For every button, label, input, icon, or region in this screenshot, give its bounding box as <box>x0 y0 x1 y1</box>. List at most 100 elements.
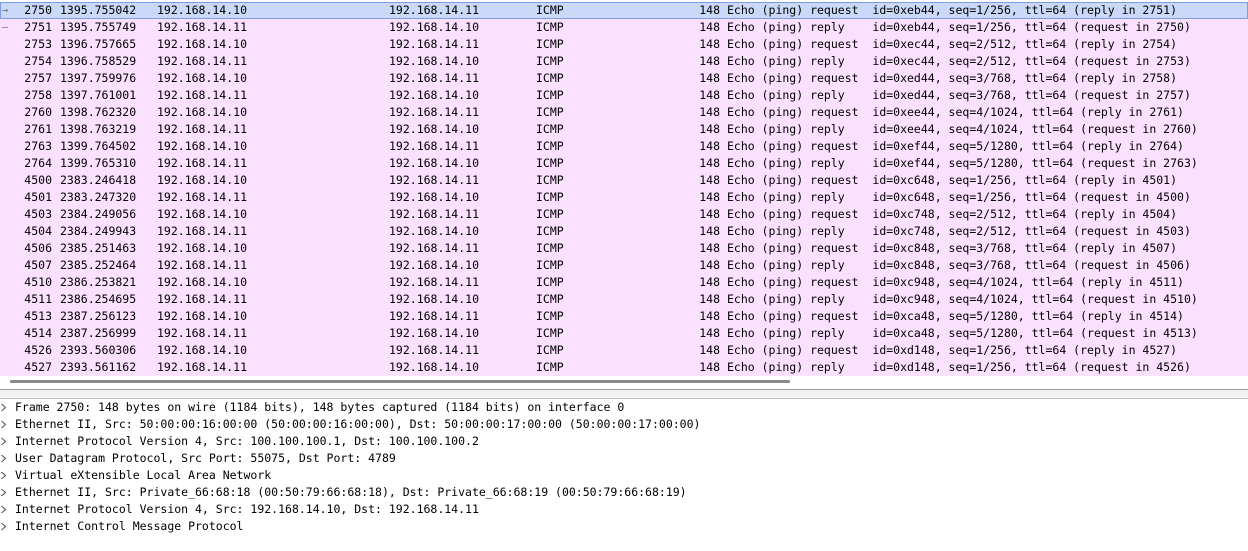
packet-row[interactable]: 2754 1396.758529 192.168.14.11 192.168.14.1… <box>0 53 1248 70</box>
packet-length: 148 <box>699 275 720 289</box>
packet-protocol: ICMP <box>536 224 564 238</box>
packet-info: Echo (ping) reply id=0xc848, seq=3/768, … <box>727 258 1191 272</box>
packet-protocol: ICMP <box>536 360 564 374</box>
packet-info: Echo (ping) reply id=0xc748, seq=2/512, … <box>727 224 1191 238</box>
detail-label: User Datagram Protocol, Src Port: 55075,… <box>15 451 396 465</box>
chevron-right-icon[interactable] <box>0 518 12 535</box>
packet-row[interactable]: 4503 2384.249056 192.168.14.10 192.168.14.1… <box>0 206 1248 223</box>
packet-source: 192.168.14.11 <box>157 54 248 68</box>
packet-number: 2750 <box>24 3 52 17</box>
packet-source: 192.168.14.11 <box>157 88 248 102</box>
packet-row[interactable]: 2758 1397.761001 192.168.14.11 192.168.14.1… <box>0 87 1248 104</box>
packet-row[interactable]: 4513 2387.256123 192.168.14.10 192.168.14.1… <box>0 308 1248 325</box>
packet-protocol: ICMP <box>536 275 564 289</box>
detail-tree-item[interactable]: Internet Control Message Protocol <box>0 518 1248 535</box>
packet-info: Echo (ping) reply id=0xec44, seq=2/512, … <box>727 54 1191 68</box>
packet-row[interactable]: 4511 2386.254695 192.168.14.11 192.168.14.1… <box>0 291 1248 308</box>
packet-row[interactable]: 4501 2383.247320 192.168.14.11 192.168.14.1… <box>0 189 1248 206</box>
chevron-right-icon[interactable] <box>0 416 12 433</box>
packet-number: 2751 <box>24 20 52 34</box>
packet-row[interactable]: 4507 2385.252464 192.168.14.11 192.168.14.1… <box>0 257 1248 274</box>
packet-info: Echo (ping) request id=0xeb44, seq=1/256… <box>727 3 1178 17</box>
packet-length: 148 <box>699 207 720 221</box>
packet-length: 148 <box>699 139 720 153</box>
chevron-right-icon[interactable] <box>0 484 12 501</box>
packet-info: Echo (ping) reply id=0xee44, seq=4/1024,… <box>727 122 1198 136</box>
packet-row[interactable]: 4500 2383.246418 192.168.14.10 192.168.14.1… <box>0 172 1248 189</box>
packet-row-selected[interactable]: → 2750 1395.755042 192.168.14.10 192.168.14.… <box>0 2 1248 19</box>
packet-protocol: ICMP <box>536 37 564 51</box>
detail-label: Internet Protocol Version 4, Src: 192.16… <box>15 502 479 516</box>
packet-row[interactable]: 4514 2387.256999 192.168.14.11 192.168.14.1… <box>0 325 1248 342</box>
packet-row[interactable]: 2753 1396.757665 192.168.14.10 192.168.14.1… <box>0 36 1248 53</box>
chevron-right-icon[interactable] <box>0 399 12 416</box>
packet-time: 2393.561162 <box>60 360 137 374</box>
packet-length: 148 <box>699 54 720 68</box>
detail-tree-item[interactable]: User Datagram Protocol, Src Port: 55075,… <box>0 450 1248 467</box>
packet-protocol: ICMP <box>536 105 564 119</box>
chevron-right-icon[interactable] <box>0 467 12 484</box>
packet-time: 2387.256999 <box>60 326 137 340</box>
detail-tree-item[interactable]: Ethernet II, Src: Private_66:68:18 (00:5… <box>0 484 1248 501</box>
packet-destination: 192.168.14.10 <box>389 156 480 170</box>
packet-time: 1396.758529 <box>60 54 137 68</box>
detail-tree-item[interactable]: Frame 2750: 148 bytes on wire (1184 bits… <box>0 399 1248 416</box>
packet-source: 192.168.14.10 <box>157 241 248 255</box>
packet-source: 192.168.14.11 <box>157 258 248 272</box>
packet-protocol: ICMP <box>536 207 564 221</box>
packet-length: 148 <box>699 258 720 272</box>
packet-number: 2753 <box>24 37 52 51</box>
packet-number: 2763 <box>24 139 52 153</box>
packet-info: Echo (ping) request id=0xec44, seq=2/512… <box>727 37 1178 51</box>
packet-row[interactable]: 2757 1397.759976 192.168.14.10 192.168.14.1… <box>0 70 1248 87</box>
packet-row[interactable]: 4504 2384.249943 192.168.14.11 192.168.14.1… <box>0 223 1248 240</box>
packet-source: 192.168.14.11 <box>157 190 248 204</box>
packet-row[interactable]: 4506 2385.251463 192.168.14.10 192.168.14.1… <box>0 240 1248 257</box>
packet-number: 4514 <box>24 326 52 340</box>
packet-row[interactable]: 2764 1399.765310 192.168.14.11 192.168.14.1… <box>0 155 1248 172</box>
packet-length: 148 <box>699 105 720 119</box>
detail-tree-item[interactable]: Internet Protocol Version 4, Src: 192.16… <box>0 501 1248 518</box>
packet-row[interactable]: 4510 2386.253821 192.168.14.10 192.168.14.1… <box>0 274 1248 291</box>
packet-protocol: ICMP <box>536 3 564 17</box>
packet-number: 4527 <box>24 360 52 374</box>
detail-tree-item[interactable]: Internet Protocol Version 4, Src: 100.10… <box>0 433 1248 450</box>
packet-time: 2385.252464 <box>60 258 137 272</box>
packet-row[interactable]: –2751 1395.755749 192.168.14.11 192.168.14.… <box>0 19 1248 36</box>
packet-destination: 192.168.14.11 <box>389 37 480 51</box>
packet-source: 192.168.14.11 <box>157 122 248 136</box>
packet-row[interactable]: 2761 1398.763219 192.168.14.11 192.168.14.1… <box>0 121 1248 138</box>
packet-row[interactable]: 4527 2393.561162 192.168.14.11 192.168.14.1… <box>0 359 1248 376</box>
packet-protocol: ICMP <box>536 309 564 323</box>
packet-source: 192.168.14.10 <box>157 139 248 153</box>
packet-info: Echo (ping) reply id=0xc648, seq=1/256, … <box>727 190 1191 204</box>
detail-tree-item[interactable]: Ethernet II, Src: 50:00:00:16:00:00 (50:… <box>0 416 1248 433</box>
packet-protocol: ICMP <box>536 292 564 306</box>
packet-number: 4526 <box>24 343 52 357</box>
packet-time: 2386.253821 <box>60 275 137 289</box>
packet-time: 2386.254695 <box>60 292 137 306</box>
packet-info: Echo (ping) request id=0xee44, seq=4/102… <box>727 105 1184 119</box>
packet-source: 192.168.14.10 <box>157 37 248 51</box>
chevron-right-icon[interactable] <box>0 433 12 450</box>
detail-tree-item[interactable]: Virtual eXtensible Local Area Network <box>0 467 1248 484</box>
chevron-right-icon[interactable] <box>0 450 12 467</box>
packet-length: 148 <box>699 292 720 306</box>
pane-splitter[interactable] <box>0 389 1248 399</box>
packet-length: 148 <box>699 71 720 85</box>
packet-length: 148 <box>699 3 720 17</box>
packet-number: 4501 <box>24 190 52 204</box>
detail-label: Ethernet II, Src: 50:00:00:16:00:00 (50:… <box>15 417 701 431</box>
packet-row[interactable]: 4526 2393.560306 192.168.14.10 192.168.14.1… <box>0 342 1248 359</box>
packet-row[interactable]: 2763 1399.764502 192.168.14.10 192.168.14.1… <box>0 138 1248 155</box>
horizontal-scrollbar[interactable] <box>10 380 790 383</box>
chevron-right-icon[interactable] <box>0 501 12 518</box>
packet-number: 2758 <box>24 88 52 102</box>
packet-time: 1397.761001 <box>60 88 137 102</box>
packet-destination: 192.168.14.11 <box>389 241 480 255</box>
packet-protocol: ICMP <box>536 20 564 34</box>
packet-destination: 192.168.14.10 <box>389 54 480 68</box>
packet-number: 4504 <box>24 224 52 238</box>
packet-length: 148 <box>699 224 720 238</box>
packet-row[interactable]: 2760 1398.762320 192.168.14.10 192.168.14.1… <box>0 104 1248 121</box>
